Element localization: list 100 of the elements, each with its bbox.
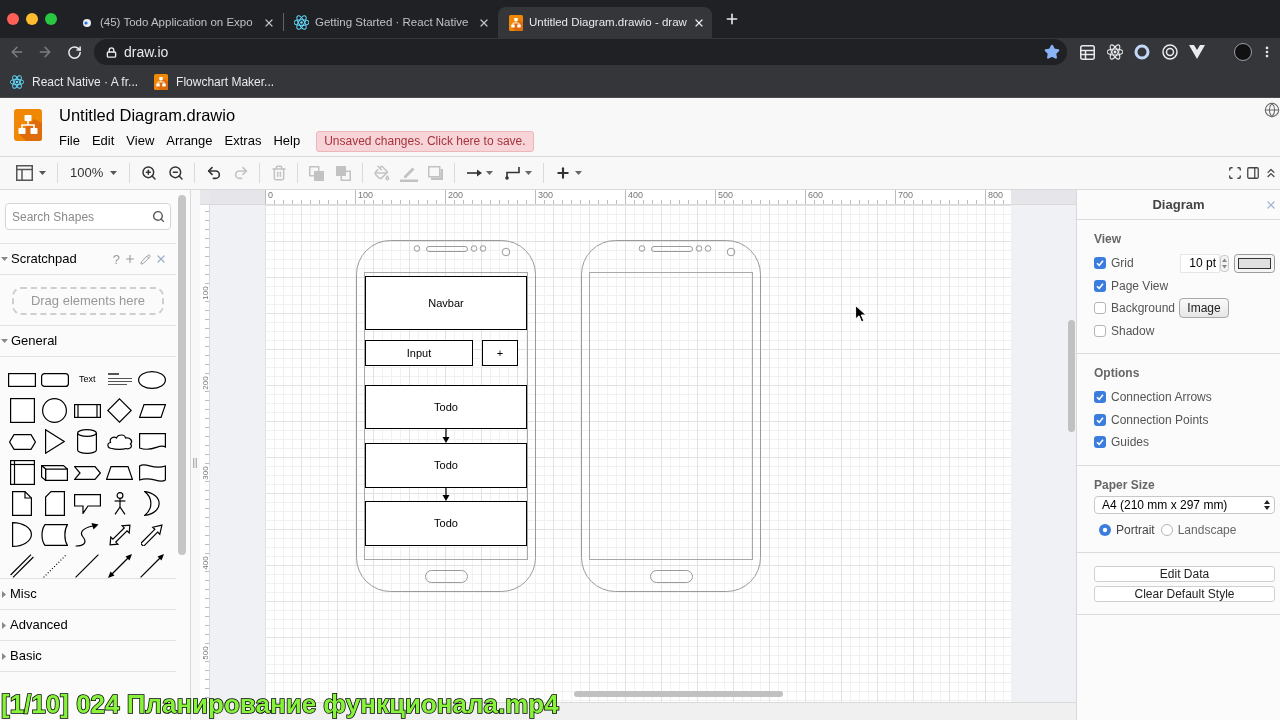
- internal-storage-icon[interactable]: [9, 460, 35, 485]
- double-headed-arrow-icon[interactable]: [107, 553, 132, 578]
- section-title[interactable]: General: [11, 331, 58, 351]
- text-palette-item[interactable]: Text: [79, 372, 96, 387]
- sidebar-scrollbar[interactable]: [178, 195, 186, 555]
- horizontal-scrollbar[interactable]: [574, 691, 783, 697]
- tape-icon[interactable]: [138, 462, 166, 483]
- double-arrow-icon[interactable]: [108, 523, 131, 546]
- arrow-line-icon[interactable]: [140, 553, 165, 578]
- reload-icon[interactable]: [67, 44, 82, 60]
- document-icon[interactable]: [138, 432, 166, 451]
- speech-bubble-icon[interactable]: [73, 493, 101, 514]
- window-close-button[interactable]: [7, 13, 19, 25]
- note-icon[interactable]: [12, 491, 33, 516]
- circle-icon[interactable]: [42, 398, 68, 423]
- search-icon[interactable]: [152, 210, 165, 223]
- diagram-logo-icon[interactable]: [14, 109, 42, 141]
- globe-icon[interactable]: [1264, 102, 1280, 118]
- panel-button[interactable]: Clear Default Style: [1094, 585, 1275, 602]
- section-heading: Options: [1094, 365, 1141, 381]
- triangle-icon[interactable]: [44, 429, 65, 454]
- panel-button[interactable]: Edit Data: [1094, 565, 1275, 582]
- browser-tab[interactable]: (45) Todo Application on Expo: [69, 7, 283, 38]
- cylinder-icon[interactable]: [77, 429, 98, 454]
- menu-item[interactable]: Help: [273, 131, 301, 151]
- checkbox[interactable]: [1094, 324, 1106, 337]
- diamond-icon[interactable]: [107, 398, 133, 423]
- address-field[interactable]: draw.io: [94, 39, 1067, 65]
- checkbox[interactable]: [1094, 279, 1106, 292]
- cloud-icon[interactable]: [105, 433, 134, 450]
- panel-icon[interactable]: [1246, 166, 1260, 180]
- checkbox[interactable]: [1094, 391, 1106, 404]
- checkbox-label: Grid: [1111, 255, 1135, 273]
- image-button[interactable]: Image: [1179, 298, 1229, 319]
- caret-icon: [110, 171, 118, 175]
- checkbox[interactable]: [1094, 436, 1106, 449]
- browser-tab[interactable]: Getting Started · React Native: [284, 7, 498, 38]
- color-swatch-icon[interactable]: [1234, 253, 1275, 273]
- atom-icon[interactable]: [1107, 44, 1123, 60]
- unsaved-changes-notice[interactable]: Unsaved changes. Click here to save.: [316, 130, 534, 152]
- section-title[interactable]: Advanced: [10, 615, 68, 635]
- hexagon-icon[interactable]: [8, 433, 36, 450]
- parallelogram-icon[interactable]: [138, 403, 166, 418]
- menu-item[interactable]: Extras: [224, 131, 262, 151]
- radio-button[interactable]: [1099, 523, 1111, 536]
- video-title-overlay: [1/10] 024 Планирование функционала.mp4: [1, 690, 559, 718]
- corners-icon[interactable]: [1228, 166, 1242, 180]
- process-icon[interactable]: [73, 403, 101, 418]
- window-minimize-button[interactable]: [26, 13, 38, 25]
- stick-figure-icon[interactable]: [113, 492, 126, 515]
- bookmark-link[interactable]: React Native · A fr...: [10, 72, 139, 91]
- collapse-icon[interactable]: [1264, 166, 1278, 180]
- paper-size-select[interactable]: A4 (210 mm x 297 mm): [1094, 495, 1275, 514]
- crescent-icon[interactable]: [144, 491, 161, 516]
- radio-button[interactable]: [1160, 523, 1173, 536]
- checkbox-label: Background: [1111, 300, 1177, 318]
- grid-size-field[interactable]: 10 pt: [1180, 253, 1220, 273]
- menu-item[interactable]: File: [59, 131, 80, 151]
- checkbox[interactable]: [1094, 257, 1106, 270]
- browser-tab[interactable]: Untitled Diagram.drawio - draw: [498, 7, 712, 38]
- star-icon[interactable]: [1044, 44, 1060, 60]
- grid-icon[interactable]: [1080, 44, 1095, 60]
- double-line-icon[interactable]: [10, 553, 35, 578]
- ruler-label: 600: [807, 190, 825, 200]
- bookmark-link[interactable]: Flowchart Maker...: [154, 72, 275, 91]
- rounded-rectangle-icon[interactable]: [40, 372, 69, 387]
- cube-icon[interactable]: [41, 464, 69, 481]
- ring-icon[interactable]: [1134, 44, 1150, 60]
- arrow-icon[interactable]: [141, 523, 164, 546]
- curved-arrow-icon[interactable]: [75, 522, 100, 547]
- search-field[interactable]: Search Shapes: [5, 203, 171, 230]
- target-icon[interactable]: [1162, 44, 1178, 60]
- checkbox[interactable]: [1094, 302, 1106, 315]
- v-shape-icon[interactable]: [1189, 45, 1205, 59]
- section-title[interactable]: Scratchpad: [11, 249, 77, 269]
- shadow-square-icon: [428, 166, 444, 180]
- spinner-icon[interactable]: [1220, 254, 1229, 272]
- card-icon[interactable]: [44, 491, 65, 516]
- menu-item[interactable]: View: [126, 131, 155, 151]
- section-title[interactable]: Basic: [10, 646, 42, 666]
- ellipse-icon[interactable]: [138, 370, 167, 389]
- window-zoom-button[interactable]: [45, 13, 57, 25]
- grip-icon[interactable]: [193, 458, 197, 468]
- vertical-scrollbar[interactable]: [1068, 320, 1075, 432]
- trapezoid-icon[interactable]: [106, 465, 134, 480]
- document-title[interactable]: Untitled Diagram.drawio: [59, 105, 534, 125]
- section-title[interactable]: Misc: [10, 584, 37, 604]
- line-icon[interactable]: [75, 553, 100, 578]
- rectangle-icon[interactable]: [8, 372, 37, 387]
- zoom-dropdown[interactable]: 100%: [63, 159, 125, 187]
- new-tab-icon[interactable]: [724, 11, 740, 27]
- chevron-icon[interactable]: [73, 465, 101, 480]
- checkbox[interactable]: [1094, 413, 1106, 426]
- avatar-icon[interactable]: [1234, 43, 1252, 61]
- square-icon[interactable]: [9, 398, 35, 423]
- ruler-label: 300: [537, 190, 555, 200]
- menu-item[interactable]: Arrange: [166, 131, 213, 151]
- caret-icon: [39, 171, 46, 175]
- heading-thumbnail-icon[interactable]: [107, 373, 132, 386]
- menu-item[interactable]: Edit: [91, 131, 115, 151]
